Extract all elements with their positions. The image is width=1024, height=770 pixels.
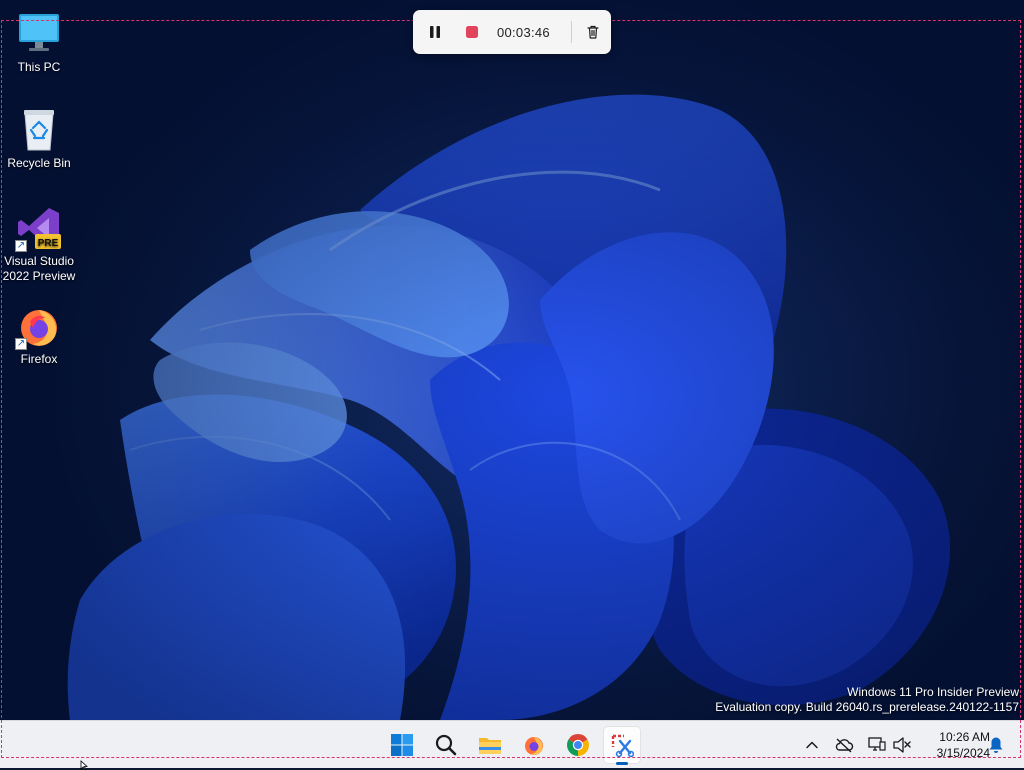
- desktop-icon-recycle-bin[interactable]: Recycle Bin: [0, 106, 78, 171]
- shortcut-arrow-icon: ↗: [15, 240, 27, 252]
- notifications-button[interactable]: [986, 735, 1006, 755]
- clock-date: 3/15/2024: [936, 746, 990, 760]
- mouse-cursor-icon: [80, 760, 89, 770]
- chrome-icon: [567, 734, 589, 756]
- recycle-bin-icon: [15, 106, 63, 154]
- onedrive-status-button[interactable]: [834, 735, 854, 755]
- taskbar: 10:26 AM 3/15/2024: [0, 720, 1024, 768]
- pause-button[interactable]: [417, 14, 454, 50]
- desktop-icon-this-pc[interactable]: This PC: [0, 10, 78, 75]
- onedrive-offline-icon: [835, 738, 854, 753]
- desktop-icon-label: Recycle Bin: [7, 156, 71, 170]
- desktop-icon-label: Firefox: [20, 352, 58, 366]
- stop-icon: [466, 26, 479, 38]
- firefox-taskbar-button[interactable]: [516, 727, 552, 763]
- visual-studio-preview-icon: PRE ↗: [15, 204, 63, 252]
- pause-icon: [430, 26, 441, 38]
- chevron-up-icon: [806, 741, 818, 749]
- shortcut-arrow-icon: ↗: [15, 338, 27, 350]
- file-explorer-button[interactable]: [472, 727, 508, 763]
- chrome-taskbar-button[interactable]: [560, 727, 596, 763]
- recording-timer: 00:03:46: [496, 24, 550, 40]
- network-status-button[interactable]: [866, 735, 886, 755]
- desktop-icon-visual-studio[interactable]: PRE ↗ Visual Studio 2022 Preview: [0, 204, 78, 284]
- this-pc-icon: [15, 10, 63, 58]
- screen-recording-toolbar: 00:03:46: [413, 10, 611, 54]
- toolbar-divider: [571, 21, 573, 43]
- start-button[interactable]: [384, 727, 420, 763]
- desktop-icon-label: This PC: [17, 60, 61, 74]
- watermark-edition: Windows 11 Pro Insider Preview: [847, 685, 1019, 699]
- clock-time: 10:26 AM: [939, 730, 990, 744]
- firefox-icon: [525, 737, 543, 755]
- desktop-icon-firefox[interactable]: ↗ Firefox: [0, 302, 78, 367]
- file-explorer-icon: [479, 738, 501, 754]
- watermark-build: Evaluation copy. Build 26040.rs_prerelea…: [715, 700, 1019, 714]
- firefox-icon: ↗: [15, 302, 63, 350]
- search-button[interactable]: [428, 727, 464, 763]
- snipping-tool-icon: [611, 734, 634, 757]
- notification-bell-icon: [989, 737, 1003, 753]
- stop-recording-button[interactable]: [454, 14, 491, 50]
- pre-badge: PRE: [38, 238, 59, 249]
- volume-button[interactable]: [892, 735, 912, 755]
- discard-recording-button[interactable]: [574, 14, 611, 50]
- search-icon: [435, 734, 457, 756]
- delete-icon: [586, 25, 599, 39]
- bloom-wallpaper: [0, 0, 1024, 720]
- windows-build-watermark: Windows 11 Pro Insider Preview Evaluatio…: [715, 685, 1019, 715]
- taskbar-clock[interactable]: 10:26 AM 3/15/2024: [918, 729, 990, 761]
- desktop: This PC Recycle Bin PRE ↗ Visual Studio …: [0, 0, 1024, 720]
- start-icon: [391, 734, 413, 756]
- desktop-icon-label: Visual Studio 2022 Preview: [2, 254, 76, 283]
- network-icon: [868, 737, 886, 751]
- volume-muted-icon: [893, 737, 911, 753]
- show-hidden-icons-button[interactable]: [802, 735, 822, 755]
- snipping-tool-taskbar-button[interactable]: [604, 727, 640, 765]
